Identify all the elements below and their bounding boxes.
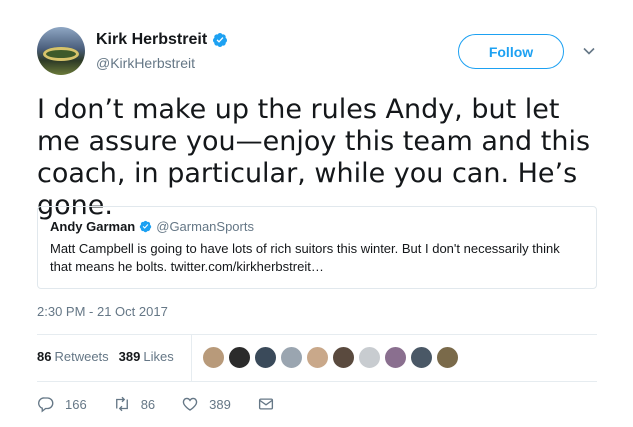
quoted-tweet[interactable]: Andy Garman @GarmanSports Matt Campbell … [37,206,597,289]
likes-count: 389 [118,349,141,364]
divider [37,381,597,382]
chevron-down-icon[interactable] [582,44,596,58]
liker-avatar[interactable] [358,346,381,369]
liker-avatars [202,346,462,369]
verified-badge-icon [140,220,152,233]
tweet-text: I don’t make up the rules Andy, but let … [37,94,591,221]
like-button[interactable]: 389 [181,395,231,413]
verified-badge-icon [213,33,228,47]
avatar-image [43,47,79,61]
retweets-count: 86 [37,349,52,364]
heart-icon [182,397,198,411]
reply-button[interactable]: 166 [37,395,87,413]
likes-stat[interactable]: 389 Likes [119,349,184,364]
liker-avatar[interactable] [280,346,303,369]
tweet-actions: 166 86 389 [37,395,311,413]
reply-icon [37,397,54,413]
liker-avatar[interactable] [436,346,459,369]
quoted-tweet-header: Andy Garman @GarmanSports [50,219,584,234]
likes-label: Likes [143,349,174,364]
author-handle[interactable]: @KirkHerbstreit [96,55,195,71]
liker-avatar[interactable] [384,346,407,369]
liker-avatar[interactable] [306,346,329,369]
quoted-author-name: Andy Garman [50,219,136,234]
author-avatar[interactable] [37,27,85,75]
liker-avatar[interactable] [228,346,251,369]
author-name-row: Kirk Herbstreit [96,31,228,49]
engagement-stats: 86 Retweets 389 Likes [37,349,184,364]
author-name[interactable]: Kirk Herbstreit [96,31,207,49]
like-count: 389 [209,396,231,412]
envelope-icon [258,398,273,410]
liker-avatar[interactable] [332,346,355,369]
divider [37,334,597,335]
reply-count: 166 [65,396,87,412]
tweet-timestamp[interactable]: 2:30 PM - 21 Oct 2017 [37,304,168,319]
retweet-button[interactable]: 86 [113,395,155,413]
follow-button[interactable]: Follow [458,34,564,69]
liker-avatar[interactable] [202,346,225,369]
retweet-icon [115,396,128,412]
quoted-author-handle: @GarmanSports [156,219,254,234]
quoted-tweet-text: Matt Campbell is going to have lots of r… [50,241,560,274]
liker-avatar[interactable] [254,346,277,369]
retweet-count: 86 [140,396,156,412]
liker-avatar[interactable] [410,346,433,369]
retweets-label: Retweets [54,349,109,364]
stats-separator [191,335,192,381]
retweets-stat[interactable]: 86 Retweets [37,349,119,364]
direct-message-button[interactable] [257,395,285,413]
